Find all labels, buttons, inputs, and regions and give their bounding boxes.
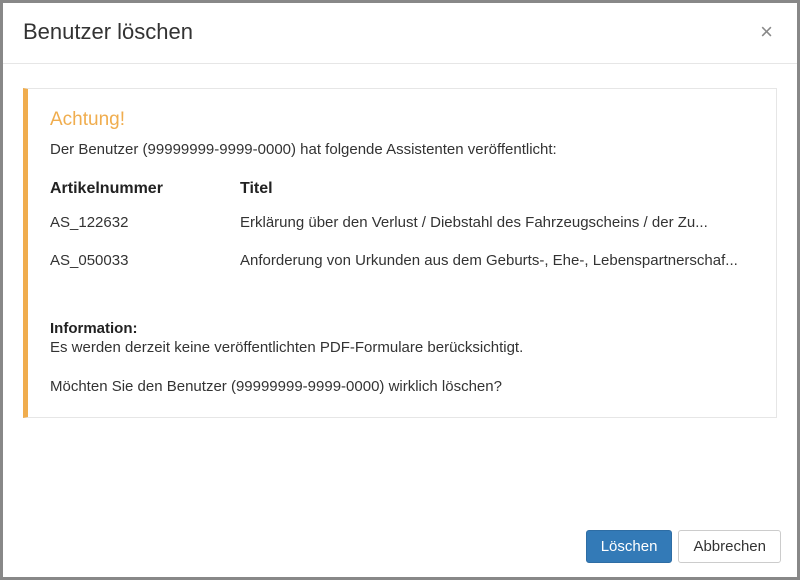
confirm-text: Möchten Sie den Benutzer (99999999-9999-… [50, 378, 754, 395]
cancel-button[interactable]: Abbrechen [678, 530, 781, 563]
warning-panel: Achtung! Der Benutzer (99999999-9999-000… [23, 88, 777, 418]
delete-user-dialog: Benutzer löschen × Achtung! Der Benutzer… [3, 3, 797, 577]
cell-title: Anforderung von Urkunden aus dem Geburts… [240, 246, 754, 284]
delete-button[interactable]: Löschen [586, 530, 673, 563]
warning-title: Achtung! [50, 109, 754, 131]
dialog-header: Benutzer löschen × [3, 3, 797, 64]
info-heading: Information: [50, 320, 754, 337]
table-header-article: Artikelnummer [50, 176, 240, 208]
dialog-footer: Löschen Abbrechen [3, 520, 797, 577]
table-header-title: Titel [240, 176, 754, 208]
assistants-table: Artikelnummer Titel AS_122632 Erklärung … [50, 176, 754, 284]
dialog-title: Benutzer löschen [23, 19, 193, 45]
warning-intro: Der Benutzer (99999999-9999-0000) hat fo… [50, 141, 754, 158]
info-text: Es werden derzeit keine veröffentlichten… [50, 339, 754, 356]
cell-title: Erklärung über den Verlust / Diebstahl d… [240, 208, 754, 246]
table-row: AS_050033 Anforderung von Urkunden aus d… [50, 246, 754, 284]
cell-article: AS_050033 [50, 246, 240, 284]
cell-article: AS_122632 [50, 208, 240, 246]
close-icon[interactable]: × [756, 21, 777, 43]
dialog-body: Achtung! Der Benutzer (99999999-9999-000… [3, 64, 797, 520]
table-row: AS_122632 Erklärung über den Verlust / D… [50, 208, 754, 246]
